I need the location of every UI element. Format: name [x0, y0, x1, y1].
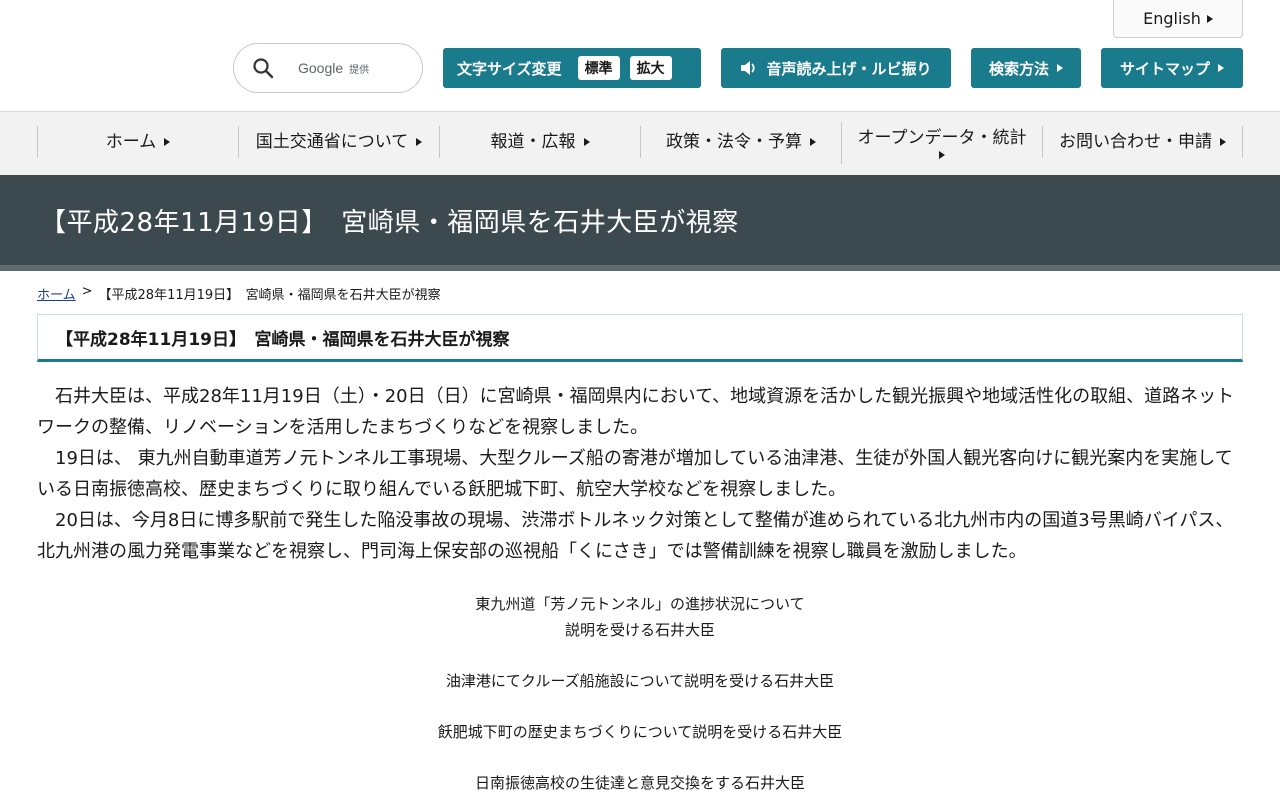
triangle-right-icon [583, 138, 590, 146]
font-size-control: 文字サイズ変更 標準 拡大 [443, 48, 701, 88]
photo-caption-line: 飫肥城下町の歴史まちづくりについて説明を受ける石井大臣 [437, 723, 843, 741]
nav-item-label: 報道・広報 [490, 132, 576, 152]
photo-caption-line: 日南振徳高校の生徒達と意見交換をする石井大臣 [474, 774, 805, 792]
photo-caption: 東九州道「芳ノ元トンネル」の進捗状況について 説明を受ける石井大臣 [340, 591, 940, 643]
search-method-button[interactable]: 検索方法 [971, 48, 1081, 88]
nav-item-policy[interactable]: 政策・法令・予算 [640, 126, 841, 158]
breadcrumb-separator: > [81, 284, 93, 299]
search-method-label: 検索方法 [988, 59, 1049, 78]
title-band-divider [0, 265, 1280, 271]
photo-caption-line: 東九州道「芳ノ元トンネル」の進捗状況について [475, 595, 805, 613]
photo-caption: 油津港にてクルーズ船施設について説明を受ける石井大臣 [340, 668, 940, 694]
article-paragraph: 20日は、今月8日に博多駅前で発生した陥没事故の現場、渋滞ボトルネック対策として… [37, 510, 1234, 562]
breadcrumb: ホーム > 【平成28年11月19日】 宮崎県・福岡県を石井大臣が視察 [37, 284, 441, 303]
triangle-right-icon [1218, 64, 1224, 72]
font-size-label: 文字サイズ変更 [457, 59, 562, 78]
nav-item-press[interactable]: 報道・広報 [439, 126, 640, 158]
search-input[interactable]: Google 提供 [233, 43, 423, 93]
triangle-right-icon [1220, 138, 1226, 146]
global-nav: ホーム 国土交通省について 報道・広報 政策・法令・予算 オープンデータ・統計 … [0, 112, 1280, 175]
english-label: English [1143, 9, 1201, 28]
nav-item-open-data[interactable]: オープンデータ・統計 [841, 122, 1042, 164]
article-heading-text: 【平成28年11月19日】 宮崎県・福岡県を石井大臣が視察 [56, 329, 510, 350]
voice-ruby-button[interactable]: 音声読み上げ・ルビ振り [721, 48, 951, 88]
nav-item-label: 国土交通省について [255, 132, 409, 152]
sitemap-label: サイトマップ [1119, 59, 1210, 78]
triangle-right-icon [810, 138, 816, 146]
page-title-band: 【平成28年11月19日】 宮崎県・福岡県を石井大臣が視察 [0, 175, 1280, 265]
breadcrumb-current: 【平成28年11月19日】 宮崎県・福岡県を石井大臣が視察 [98, 288, 441, 303]
photo-caption: 日南振徳高校の生徒達と意見交換をする石井大臣 [340, 770, 940, 796]
google-label: Google [298, 60, 344, 76]
article-paragraph: 石井大臣は、平成28年11月19日（土）・20日（日）に宮崎県・福岡県内において… [37, 386, 1235, 438]
photo-caption-line: 説明を受ける石井大臣 [564, 621, 715, 639]
triangle-right-icon [1206, 14, 1213, 23]
font-size-large-button[interactable]: 拡大 [629, 56, 672, 80]
search-icon[interactable] [252, 57, 274, 79]
article-heading: 【平成28年11月19日】 宮崎県・福岡県を石井大臣が視察 [37, 314, 1243, 362]
photo-caption: 飫肥城下町の歴史まちづくりについて説明を受ける石井大臣 [340, 719, 940, 745]
site-header: English Google 提供 文字サイズ変更 標準 拡大 音声読み上げ・ル… [0, 0, 1280, 112]
voice-ruby-label: 音声読み上げ・ルビ振り [766, 59, 932, 78]
nav-item-about[interactable]: 国土交通省について [238, 126, 439, 158]
google-provided-label: 提供 [349, 64, 370, 76]
nav-item-contact[interactable]: お問い合わせ・申請 [1042, 126, 1243, 158]
nav-item-label: ホーム [105, 132, 157, 152]
speaker-icon [740, 60, 758, 76]
sitemap-button[interactable]: サイトマップ [1101, 48, 1243, 88]
page-title: 【平成28年11月19日】 宮崎県・福岡県を石井大臣が視察 [40, 207, 739, 238]
article-body: 石井大臣は、平成28年11月19日（土）・20日（日）に宮崎県・福岡県内において… [37, 381, 1243, 567]
nav-item-label: オープンデータ・統計 [857, 128, 1027, 148]
photo-caption-line: 油津港にてクルーズ船施設について説明を受ける石井大臣 [445, 672, 835, 690]
nav-item-home[interactable]: ホーム [37, 126, 238, 158]
article-paragraph: 19日は、 東九州自動車道芳ノ元トンネル工事現場、大型クルーズ船の寄港が増加して… [37, 448, 1233, 500]
nav-item-label: 政策・法令・予算 [666, 132, 802, 152]
triangle-right-icon [164, 138, 171, 146]
triangle-right-icon [939, 151, 945, 159]
english-link[interactable]: English [1113, 0, 1243, 38]
breadcrumb-home-link[interactable]: ホーム [37, 284, 76, 303]
triangle-right-icon [416, 138, 423, 146]
triangle-right-icon [1057, 64, 1063, 72]
font-size-standard-button[interactable]: 標準 [577, 56, 620, 80]
nav-item-label: お問い合わせ・申請 [1059, 132, 1212, 152]
